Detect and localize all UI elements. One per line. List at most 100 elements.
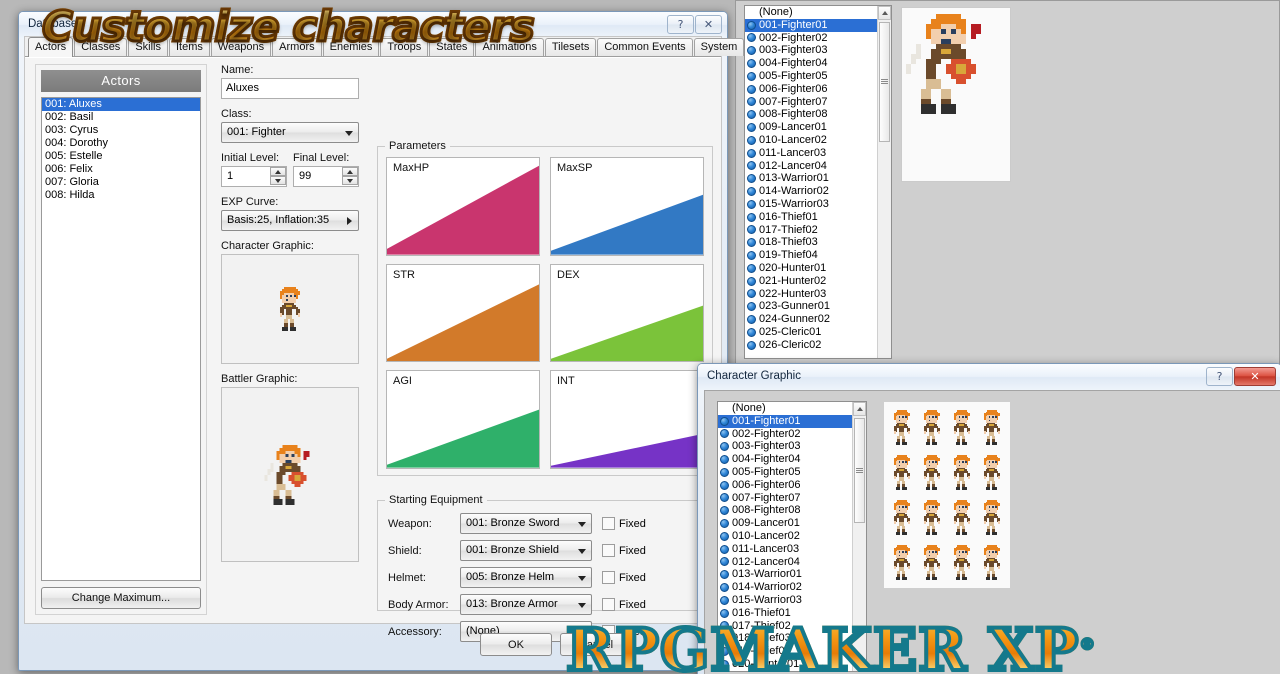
graphic-list-item[interactable]: 018-Thief03 — [745, 236, 877, 249]
graphic-list-item[interactable]: 021-Hunter02 — [745, 275, 877, 288]
equipment-select[interactable]: 005: Bronze Helm — [460, 567, 592, 588]
sprite-sheet-cell[interactable] — [887, 495, 917, 540]
graphic-list-item[interactable]: 014-Warrior02 — [745, 185, 877, 198]
close-icon[interactable]: ✕ — [695, 15, 722, 34]
fixed-checkbox-group[interactable]: Fixed — [602, 517, 646, 530]
character-graphic-item[interactable]: 009-Lancer01 — [718, 517, 852, 530]
actor-list[interactable]: 001: Aluxes 002: Basil 003: Cyrus 004: Doro… — [41, 97, 201, 581]
spin-down-icon[interactable] — [342, 176, 358, 185]
actor-list-item[interactable]: 003: Cyrus — [42, 124, 200, 137]
graphic-list-item[interactable]: 005-Fighter05 — [745, 70, 877, 83]
sprite-sheet-preview[interactable] — [883, 401, 1011, 589]
actor-list-item[interactable]: 007: Gloria — [42, 176, 200, 189]
change-maximum-button[interactable]: Change Maximum... — [41, 587, 201, 609]
actor-list-item[interactable]: 008: Hilda — [42, 189, 200, 202]
sprite-sheet-cell[interactable] — [947, 450, 977, 495]
sprite-sheet-cell[interactable] — [887, 540, 917, 585]
graphic-list-item[interactable]: 017-Thief02 — [745, 224, 877, 237]
fixed-checkbox-group[interactable]: Fixed — [602, 598, 646, 611]
graphic-list-item[interactable]: 009-Lancer01 — [745, 121, 877, 134]
graphic-list-item[interactable]: 025-Cleric01 — [745, 326, 877, 339]
equipment-select[interactable]: 001: Bronze Shield — [460, 540, 592, 561]
character-graphic-item[interactable]: 004-Fighter04 — [718, 453, 852, 466]
actor-list-item[interactable]: 002: Basil — [42, 111, 200, 124]
sprite-sheet-cell[interactable] — [917, 405, 947, 450]
character-graphic-item[interactable]: 010-Lancer02 — [718, 530, 852, 543]
graphic-list-item[interactable]: 006-Fighter06 — [745, 83, 877, 96]
character-graphic-item-none[interactable]: (None) — [718, 402, 852, 415]
character-graphic-item[interactable]: 008-Fighter08 — [718, 504, 852, 517]
tab-tilesets[interactable]: Tilesets — [544, 38, 597, 56]
ok-button[interactable]: OK — [480, 633, 552, 656]
scroll-up-icon[interactable] — [853, 402, 866, 416]
sprite-sheet-cell[interactable] — [947, 495, 977, 540]
character-graphic-item[interactable]: 015-Warrior03 — [718, 594, 852, 607]
initial-level-stepper[interactable]: 1 — [221, 166, 287, 187]
sprite-sheet-cell[interactable] — [917, 540, 947, 585]
sprite-sheet-cell[interactable] — [887, 450, 917, 495]
character-graphic-item[interactable]: 001-Fighter01 — [718, 414, 852, 428]
graphic-list-item[interactable]: 010-Lancer02 — [745, 134, 877, 147]
sprite-sheet-cell[interactable] — [947, 540, 977, 585]
tab-system[interactable]: System — [693, 38, 745, 56]
sprite-sheet-cell[interactable] — [977, 540, 1007, 585]
battler-graphic-preview[interactable] — [221, 387, 359, 562]
graphic-list-item[interactable]: 003-Fighter03 — [745, 44, 877, 57]
exp-curve-button[interactable]: Basis:25, Inflation:35 — [221, 210, 359, 231]
graphic-list-item[interactable]: 011-Lancer03 — [745, 147, 877, 160]
final-level-stepper[interactable]: 99 — [293, 166, 359, 187]
character-graphic-item[interactable]: 005-Fighter05 — [718, 466, 852, 479]
fixed-checkbox[interactable] — [602, 544, 615, 557]
graphic-list-item[interactable]: 008-Fighter08 — [745, 108, 877, 121]
help-icon[interactable]: ? — [667, 15, 694, 34]
equipment-select[interactable]: 013: Bronze Armor — [460, 594, 592, 615]
sprite-sheet-cell[interactable] — [887, 405, 917, 450]
graphic-list-item[interactable]: 019-Thief04 — [745, 249, 877, 262]
graphic-list-item[interactable]: 015-Warrior03 — [745, 198, 877, 211]
spin-down-icon[interactable] — [270, 176, 286, 185]
graphic-list-scrollbar[interactable] — [877, 6, 891, 358]
fixed-checkbox[interactable] — [602, 598, 615, 611]
character-graphic-item[interactable]: 002-Fighter02 — [718, 428, 852, 441]
help-icon[interactable]: ? — [1206, 367, 1233, 386]
sprite-sheet-cell[interactable] — [917, 495, 947, 540]
actor-list-item[interactable]: 006: Felix — [42, 163, 200, 176]
sprite-sheet-cell[interactable] — [977, 405, 1007, 450]
graphic-list-item[interactable]: 023-Gunner01 — [745, 300, 877, 313]
scrollbar-thumb[interactable] — [854, 418, 865, 523]
character-graphic-item[interactable]: 007-Fighter07 — [718, 492, 852, 505]
graphic-list[interactable]: (None) 001-Fighter01 002-Fighter02 003-Fig… — [744, 5, 892, 359]
final-level-spin-buttons[interactable] — [342, 167, 358, 186]
actor-list-item[interactable]: 001: Aluxes — [42, 98, 200, 111]
character-graphic-item[interactable]: 012-Lancer04 — [718, 556, 852, 569]
graphic-list-item[interactable]: 020-Hunter01 — [745, 262, 877, 275]
scroll-up-icon[interactable] — [878, 6, 891, 20]
graphic-list-item[interactable]: 022-Hunter03 — [745, 288, 877, 301]
scrollbar-thumb[interactable] — [879, 22, 890, 142]
graphic-list-item[interactable]: 024-Gunner02 — [745, 313, 877, 326]
actor-list-item[interactable]: 004: Dorothy — [42, 137, 200, 150]
name-input[interactable]: Aluxes — [221, 78, 359, 99]
graphic-list-item[interactable]: 012-Lancer04 — [745, 160, 877, 173]
fixed-checkbox-group[interactable]: Fixed — [602, 544, 646, 557]
sprite-sheet-cell[interactable] — [917, 450, 947, 495]
character-graphic-item[interactable]: 014-Warrior02 — [718, 581, 852, 594]
graphic-list-item[interactable]: 026-Cleric02 — [745, 339, 877, 352]
graphic-list-item[interactable]: 007-Fighter07 — [745, 96, 877, 109]
sprite-sheet-cell[interactable] — [947, 405, 977, 450]
sprite-sheet-cell[interactable] — [977, 495, 1007, 540]
sprite-sheet-cell[interactable] — [977, 450, 1007, 495]
fixed-checkbox[interactable] — [602, 571, 615, 584]
class-select[interactable]: 001: Fighter — [221, 122, 359, 143]
character-graphic-preview[interactable] — [221, 254, 359, 364]
character-graphic-item[interactable]: 013-Warrior01 — [718, 568, 852, 581]
fixed-checkbox[interactable] — [602, 517, 615, 530]
graphic-list-item[interactable]: 001-Fighter01 — [745, 18, 877, 32]
tab-common-events[interactable]: Common Events — [597, 38, 693, 56]
character-graphic-titlebar[interactable]: Character Graphic ? ✕ — [698, 364, 1280, 390]
graphic-list-item[interactable]: 002-Fighter02 — [745, 32, 877, 45]
equipment-select[interactable]: 001: Bronze Sword — [460, 513, 592, 534]
spin-up-icon[interactable] — [342, 167, 358, 176]
character-graphic-item[interactable]: 006-Fighter06 — [718, 479, 852, 492]
character-graphic-item[interactable]: 003-Fighter03 — [718, 440, 852, 453]
